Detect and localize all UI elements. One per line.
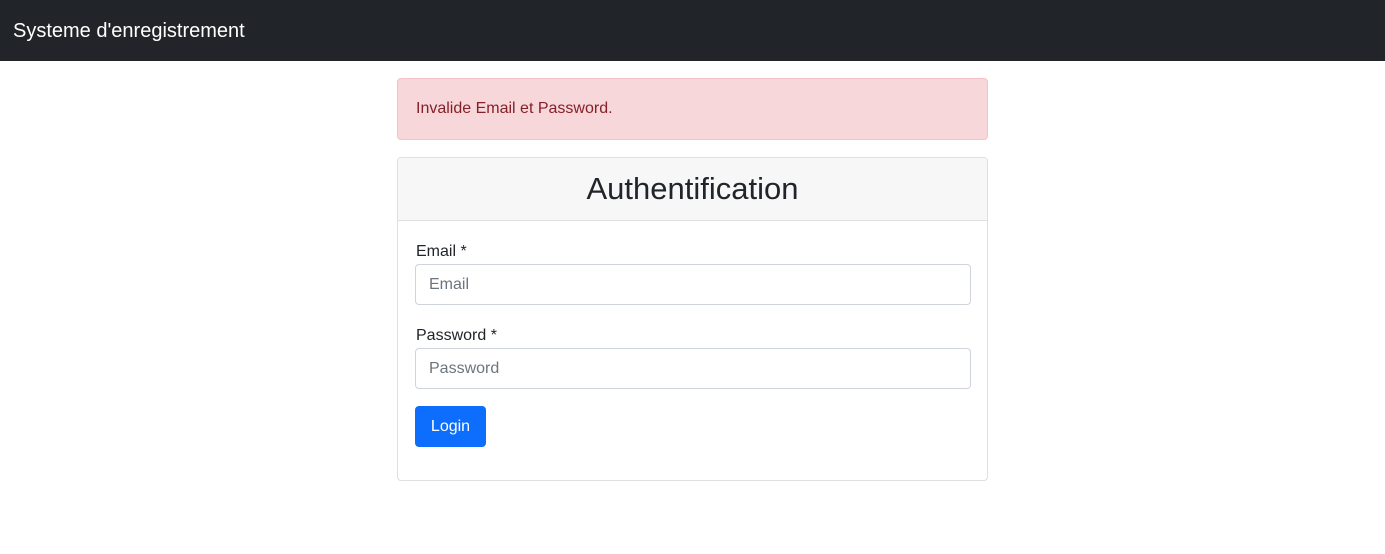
login-card: Authentification Email * Password * Logi… <box>397 157 988 481</box>
login-button[interactable]: Login <box>415 406 486 447</box>
password-field[interactable] <box>415 348 971 389</box>
alert-message: Invalide Email et Password. <box>416 100 613 117</box>
page-title: Authentification <box>586 171 799 206</box>
top-navbar: Systeme d'enregistrement <box>0 0 1385 61</box>
navbar-brand[interactable]: Systeme d'enregistrement <box>13 19 245 43</box>
password-label: Password * <box>416 327 497 344</box>
error-alert: Invalide Email et Password. <box>397 78 988 140</box>
card-header: Authentification <box>398 158 987 221</box>
email-label: Email * <box>416 243 467 260</box>
email-field[interactable] <box>415 264 971 305</box>
